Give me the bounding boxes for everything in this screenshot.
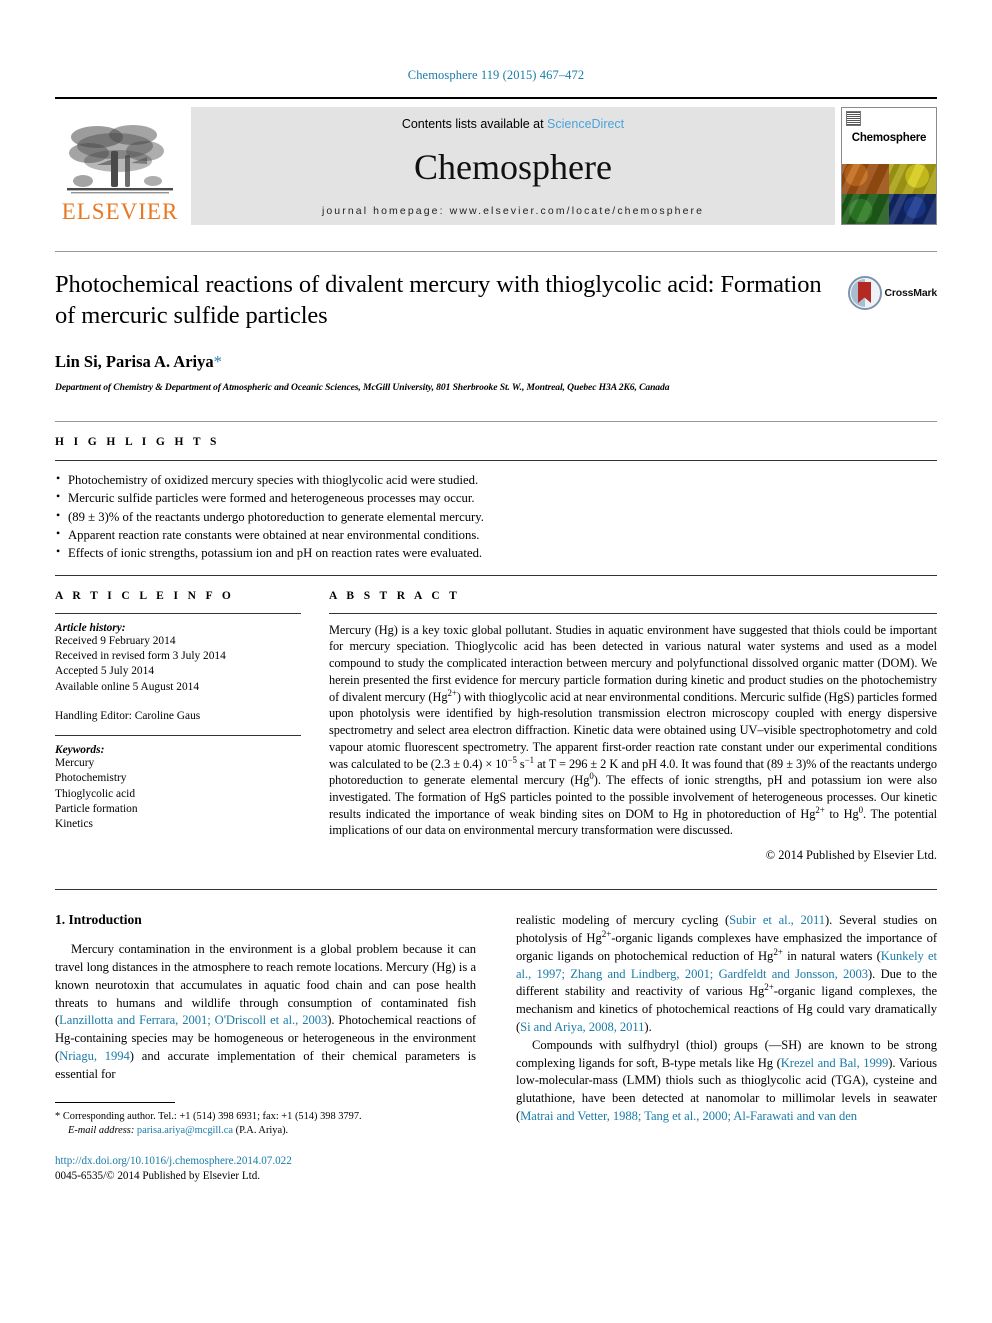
title-divider [55, 251, 937, 252]
doi-block: http://dx.doi.org/10.1016/j.chemosphere.… [55, 1154, 476, 1184]
corresponding-author-text: Corresponding author. Tel.: +1 (514) 398… [62, 1110, 362, 1122]
citation-link[interactable]: Krezel and Bal, 1999 [781, 1056, 889, 1070]
abstract-copyright: © 2014 Published by Elsevier Ltd. [765, 848, 937, 863]
article-history-received: Received 9 February 2014 [55, 634, 176, 647]
elsevier-logo: ELSEVIER [55, 107, 185, 225]
article-info-label: A R T I C L E I N F O [55, 589, 235, 602]
doi-link[interactable]: http://dx.doi.org/10.1016/j.chemosphere.… [55, 1154, 476, 1169]
title-block: Photochemical reactions of divalent merc… [55, 270, 937, 393]
cover-photo-grid [842, 163, 936, 224]
list-item: Apparent reaction rate constants were ob… [55, 525, 937, 544]
author-list: Lin Si, Parisa A. Ariya* [55, 352, 937, 372]
email-owner: (P.A. Ariya). [235, 1124, 289, 1136]
citation-link[interactable]: Matrai and Vetter, 1988; Tang et al., 20… [520, 1109, 857, 1123]
corresponding-author-marker: * [213, 351, 222, 371]
journal-masthead: ELSEVIER Contents lists available at Sci… [55, 97, 937, 225]
body-column-right: realistic modeling of mercury cycling (S… [516, 912, 937, 1184]
keywords-heading: Keywords: [55, 744, 105, 757]
author-names: Lin Si, Parisa A. Ariya [55, 351, 214, 371]
article-info-column: A R T I C L E I N F O Article history: R… [55, 590, 301, 863]
highlights-divider-top [55, 420, 937, 422]
running-head: Chemosphere 119 (2015) 467–472 [407, 68, 585, 82]
elsevier-mark-icon [846, 111, 861, 126]
article-history-accepted: Accepted 5 July 2014 [55, 665, 155, 678]
citation-link[interactable]: Si and Ariya, 2008, 2011 [520, 1020, 644, 1034]
keyword-item: Mercury [55, 757, 95, 770]
highlights-list: Photochemistry of oxidized mercury speci… [55, 470, 937, 563]
affiliation: Department of Chemistry & Department of … [55, 381, 670, 393]
cover-quadrant-blue [889, 193, 936, 224]
issn-copyright: 0045-6535/© 2014 Published by Elsevier L… [55, 1170, 261, 1183]
highlights-label: H I G H L I G H T S [55, 435, 220, 448]
contents-available-line: Contents lists available at ScienceDirec… [402, 117, 624, 131]
body-columns: 1. Introduction Mercury contamination in… [55, 912, 937, 1184]
list-item: Effects of ionic strengths, potassium io… [55, 543, 937, 562]
section-heading-introduction: 1. Introduction [55, 912, 142, 928]
elsevier-tree-icon [67, 125, 173, 194]
citation-link[interactable]: Nriagu, 1994 [59, 1049, 130, 1063]
highlights-section: H I G H L I G H T S Photochemistry of ox… [55, 436, 937, 563]
citation-link[interactable]: Lanzillotta and Ferrara, 2001; O'Driscol… [59, 1013, 327, 1027]
info-abstract-row: A R T I C L E I N F O Article history: R… [55, 590, 937, 863]
abstract-label: A B S T R A C T [329, 589, 461, 602]
citation-link[interactable]: Subir et al., 2011 [729, 913, 825, 927]
list-item: Mercuric sulfide particles were formed a… [55, 488, 937, 507]
list-item: Photochemistry of oxidized mercury speci… [55, 470, 937, 489]
handling-editor: Handling Editor: Caroline Gaus [55, 709, 201, 722]
journal-cover-thumbnail: Chemosphere [841, 107, 937, 225]
intro-paragraph-2: realistic modeling of mercury cycling (S… [516, 912, 937, 1037]
abstract-divider [329, 612, 937, 614]
cover-quadrant-orange [842, 163, 889, 194]
journal-banner: Contents lists available at ScienceDirec… [191, 107, 835, 225]
crossmark-icon [847, 276, 882, 310]
keyword-item: Particle formation [55, 803, 138, 815]
keywords-divider [55, 735, 301, 737]
sciencedirect-link[interactable]: ScienceDirect [547, 117, 624, 131]
cover-quadrant-yellow [889, 163, 936, 194]
intro2-text-d: ). [644, 1019, 652, 1034]
footnote-rule [55, 1101, 175, 1110]
cover-journal-name: Chemosphere [851, 132, 927, 144]
email-link[interactable]: parisa.ariya@mcgill.ca [137, 1125, 233, 1136]
journal-title: Chemosphere [414, 147, 612, 187]
info-abstract-divider [55, 574, 937, 576]
footnote-marker: * [55, 1110, 61, 1122]
email-label: E-mail address: [68, 1124, 135, 1136]
keyword-item: Photochemistry [55, 772, 127, 785]
abstract-column: A B S T R A C T Mercury (Hg) is a key to… [329, 590, 937, 863]
body-divider [55, 889, 937, 891]
highlights-divider-inner [55, 459, 937, 461]
article-page: Chemosphere 119 (2015) 467–472 ELSEVIER … [0, 0, 992, 1323]
cover-quadrant-green [842, 193, 889, 224]
list-item: (89 ± 3)% of the reactants undergo photo… [55, 507, 937, 526]
crossmark-label: CrossMark [884, 287, 938, 299]
contents-prefix: Contents lists available at [401, 117, 548, 131]
intro-paragraph-3: Compounds with sulfhydryl (thiol) groups… [516, 1037, 937, 1126]
intro2-text-a: realistic modeling of mercury cycling ( [516, 913, 730, 928]
abstract-text: Mercury (Hg) is a key toxic global pollu… [329, 622, 938, 838]
elsevier-wordmark: ELSEVIER [61, 199, 179, 224]
crossmark-badge[interactable]: CrossMark [847, 276, 938, 310]
body-column-left: 1. Introduction Mercury contamination in… [55, 912, 476, 1184]
email-note: E-mail address: parisa.ariya@mcgill.ca (… [55, 1124, 473, 1138]
keyword-item: Kinetics [55, 818, 93, 831]
article-history-revised: Received in revised form 3 July 2014 [55, 650, 226, 663]
corresponding-author-note: * Corresponding author. Tel.: +1 (514) 3… [55, 1110, 473, 1124]
article-history-online: Available online 5 August 2014 [55, 680, 200, 693]
intro-paragraph-1: Mercury contamination in the environment… [55, 941, 476, 1084]
keyword-item: Thioglycolic acid [55, 787, 136, 800]
cover-top: Chemosphere [842, 108, 936, 164]
article-info-divider [55, 612, 301, 614]
article-history-heading: Article history: [55, 621, 126, 634]
page-title: Photochemical reactions of divalent merc… [55, 271, 822, 329]
journal-homepage-link[interactable]: journal homepage: www.elsevier.com/locat… [322, 205, 704, 217]
